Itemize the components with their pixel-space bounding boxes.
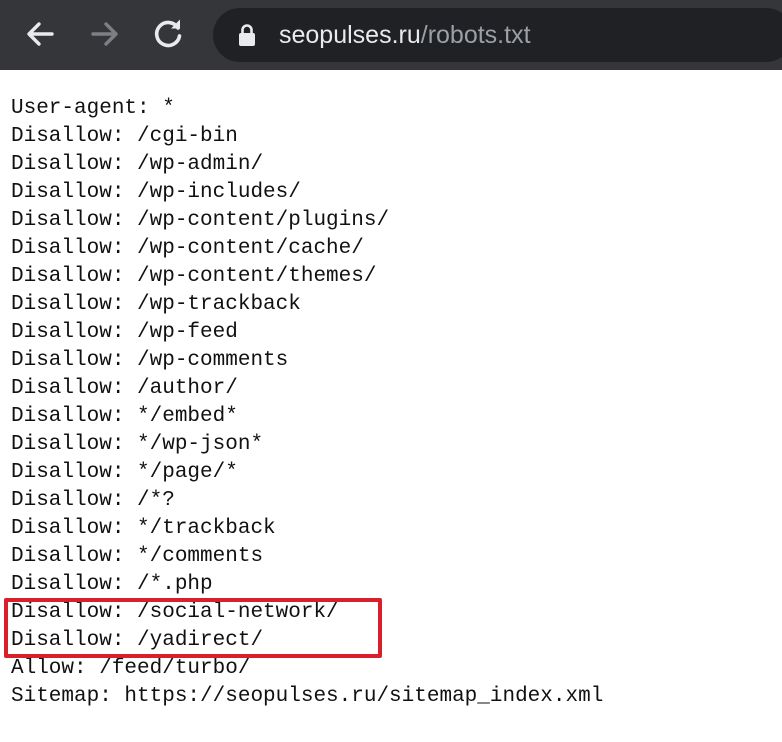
- robots-line-disallow: Disallow: /wp-comments: [11, 349, 289, 372]
- robots-line-disallow: Disallow: */wp-json*: [11, 433, 264, 456]
- robots-line-disallow: Disallow: */embed*: [11, 405, 238, 428]
- robots-line-disallow: Disallow: /wp-content/themes/: [11, 265, 377, 288]
- arrow-right-icon: [91, 22, 118, 46]
- robots-line-disallow-highlighted: Disallow: /social-network/: [11, 601, 339, 624]
- robots-line-disallow: Disallow: /wp-admin/: [11, 153, 264, 176]
- robots-line-sitemap: Sitemap: https://seopulses.ru/sitemap_in…: [11, 685, 604, 708]
- robots-txt-content: User-agent: * Disallow: /cgi-bin Disallo…: [11, 95, 603, 711]
- browser-toolbar: seopulses.ru/robots.txt: [0, 0, 782, 70]
- robots-line-disallow: Disallow: /*.php: [11, 573, 213, 596]
- robots-line-disallow-highlighted: Disallow: /yadirect/: [11, 629, 264, 652]
- reload-button[interactable]: [148, 14, 188, 54]
- robots-line-disallow: Disallow: */comments: [11, 545, 264, 568]
- robots-line-disallow: Disallow: */trackback: [11, 517, 276, 540]
- robots-line-disallow: Disallow: /wp-trackback: [11, 293, 301, 316]
- robots-line-disallow: Disallow: /author/: [11, 377, 238, 400]
- forward-button[interactable]: [85, 14, 125, 54]
- url-path: /robots.txt: [420, 21, 531, 49]
- robots-line-disallow: Disallow: /cgi-bin: [11, 125, 238, 148]
- robots-line-allow: Allow: /feed/turbo/: [11, 657, 251, 680]
- reload-icon: [154, 19, 182, 48]
- url-host: seopulses.ru: [279, 21, 421, 49]
- url-text: seopulses.ru/robots.txt: [279, 20, 531, 50]
- robots-line-disallow: Disallow: /*?: [11, 489, 175, 512]
- back-button[interactable]: [20, 14, 60, 54]
- lock-icon: [239, 24, 255, 46]
- robots-line-disallow: Disallow: /wp-includes/: [11, 181, 301, 204]
- arrow-left-icon: [27, 22, 54, 46]
- robots-line-disallow: Disallow: /wp-feed: [11, 321, 238, 344]
- robots-line-disallow: Disallow: /wp-content/cache/: [11, 237, 364, 260]
- robots-line-disallow: Disallow: */page/*: [11, 461, 238, 484]
- address-bar[interactable]: seopulses.ru/robots.txt: [213, 8, 782, 62]
- robots-line-user-agent: User-agent: *: [11, 97, 175, 120]
- robots-line-disallow: Disallow: /wp-content/plugins/: [11, 209, 390, 232]
